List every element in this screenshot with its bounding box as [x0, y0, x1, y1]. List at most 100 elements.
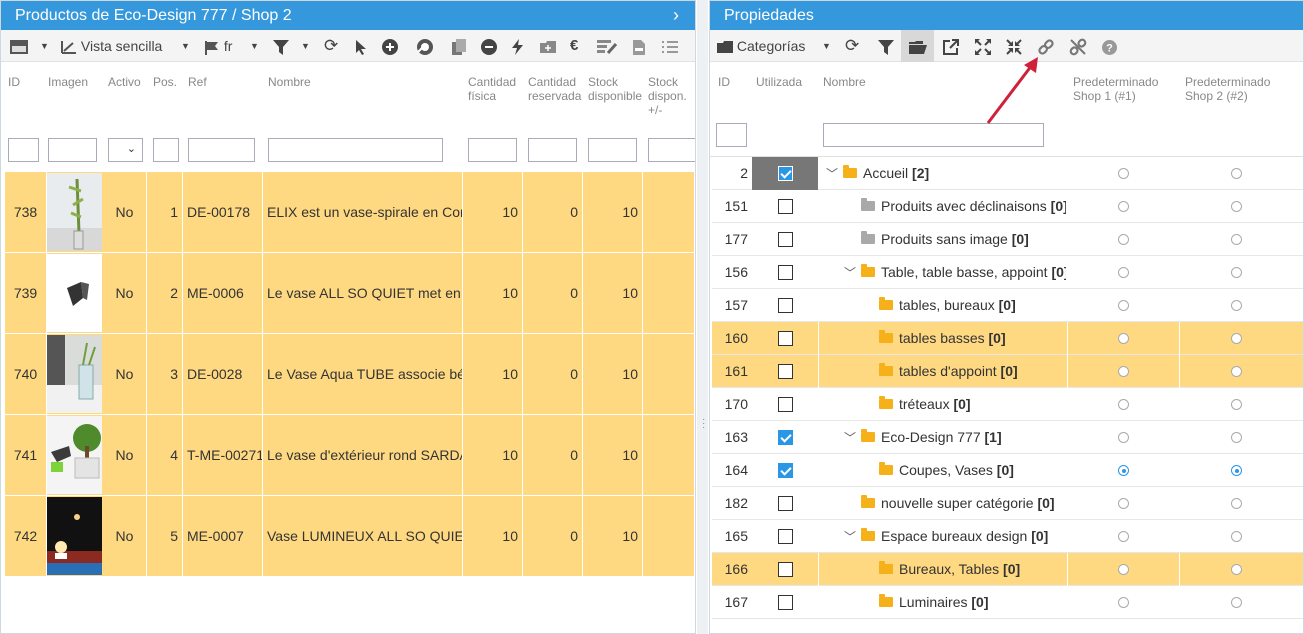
filter-reserved-qty-input[interactable]	[528, 138, 577, 162]
view-selector[interactable]: Vista sencilla	[61, 30, 162, 62]
cell-available-stock[interactable]: 10	[583, 496, 643, 576]
cell-ref[interactable]: ME-0006	[183, 253, 263, 333]
cell-reserved-qty[interactable]: 0	[523, 253, 583, 333]
cell-id[interactable]: 163	[712, 421, 748, 454]
cell-name[interactable]: Produits avec déclinaisons [0]	[861, 190, 1066, 223]
col-header-image[interactable]: Imagen	[48, 75, 88, 89]
table-row[interactable]: 739 No 2 ME-0006 Le vase ALL SO QUIET met en…	[5, 253, 695, 334]
default-shop1-radio[interactable]	[1118, 234, 1129, 245]
default-shop2-radio[interactable]	[1231, 564, 1242, 575]
cell-name[interactable]: ﹀ Espace bureaux design [0]	[843, 520, 1066, 553]
used-checkbox[interactable]	[778, 199, 793, 214]
tree-row[interactable]: 151 Produits avec déclinaisons [0]	[712, 190, 1303, 223]
table-row[interactable]: 740 No 3 DE-0028 Le Vase Aqua TUBE associe b…	[5, 334, 695, 415]
col-header-name[interactable]: Nombre	[823, 75, 866, 89]
tree-row[interactable]: 160 tables basses [0]	[712, 322, 1303, 355]
cell-ref[interactable]: ME-0007	[183, 496, 263, 576]
cell-name[interactable]: Le Vase Aqua TUBE associe bé	[263, 334, 463, 414]
col-header-available-stock[interactable]: Stock disponible	[588, 75, 644, 103]
cell-name[interactable]: tables, bureaux [0]	[879, 289, 1066, 322]
external-link-icon[interactable]	[943, 30, 959, 62]
used-checkbox[interactable]	[778, 463, 793, 478]
cell-available-stock[interactable]: 10	[583, 415, 643, 495]
web-view-icon[interactable]	[416, 30, 434, 62]
duplicate-icon[interactable]	[452, 30, 466, 62]
default-shop2-radio[interactable]	[1231, 498, 1242, 509]
default-shop2-radio[interactable]	[1231, 366, 1242, 377]
default-shop2-radio[interactable]	[1231, 234, 1242, 245]
cell-ref[interactable]: DE-0028	[183, 334, 263, 414]
col-header-name[interactable]: Nombre	[268, 75, 311, 89]
cell-physical-qty[interactable]: 10	[463, 172, 523, 252]
cell-available-stock[interactable]: 10	[583, 253, 643, 333]
cell-reserved-qty[interactable]: 0	[523, 496, 583, 576]
splitter-grip-icon[interactable]: · · ·	[702, 415, 706, 433]
cell-reserved-qty[interactable]: 0	[523, 172, 583, 252]
default-shop1-radio[interactable]	[1118, 366, 1129, 377]
filter-available-stock-input[interactable]	[588, 138, 637, 162]
cell-ref[interactable]: T-ME-00271	[183, 415, 263, 495]
cell-ref[interactable]: DE-00178	[183, 172, 263, 252]
cell-name[interactable]: Le vase d'extérieur rond SARDA	[263, 415, 463, 495]
col-header-id[interactable]: ID	[8, 75, 20, 89]
default-shop1-radio[interactable]	[1118, 333, 1129, 344]
edit-list-icon[interactable]	[597, 30, 618, 62]
default-shop1-radio[interactable]	[1118, 432, 1129, 443]
cell-active[interactable]: No	[103, 334, 147, 414]
default-shop2-radio[interactable]	[1231, 333, 1242, 344]
filter-id-input[interactable]	[8, 138, 39, 162]
add-icon[interactable]	[382, 30, 398, 62]
cell-stock-adjust[interactable]	[643, 415, 695, 495]
default-shop2-radio[interactable]	[1231, 399, 1242, 410]
cell-name[interactable]: tables basses [0]	[879, 322, 1066, 355]
categories-selector[interactable]: Categorías	[717, 30, 805, 62]
col-header-default-shop2[interactable]: Predeterminado Shop 2 (#2)	[1185, 75, 1270, 103]
col-header-physical-qty[interactable]: Cantidad física	[468, 75, 516, 103]
remove-icon[interactable]	[481, 30, 497, 62]
cell-id[interactable]: 738	[5, 172, 47, 252]
used-checkbox[interactable]	[778, 331, 793, 346]
cell-name[interactable]: tréteaux [0]	[879, 388, 1066, 421]
tree-row[interactable]: 166 Bureaux, Tables [0]	[712, 553, 1303, 586]
expand-chevron-down-icon[interactable]: ﹀	[843, 422, 857, 454]
cell-available-stock[interactable]: 10	[583, 172, 643, 252]
refresh-icon[interactable]: ⟳	[324, 30, 338, 62]
cell-stock-adjust[interactable]	[643, 334, 695, 414]
default-shop1-radio[interactable]	[1118, 300, 1129, 311]
cell-position[interactable]: 3	[148, 334, 183, 414]
cell-id[interactable]: 742	[5, 496, 47, 576]
panel-splitter[interactable]	[697, 0, 708, 634]
open-folder-toggle-icon[interactable]	[901, 30, 934, 62]
default-shop2-radio[interactable]	[1231, 267, 1242, 278]
select-pointer-icon[interactable]	[355, 30, 367, 62]
cell-name[interactable]: ﹀ Accueil [2]	[825, 157, 1066, 190]
default-shop2-radio[interactable]	[1231, 465, 1242, 476]
cell-reserved-qty[interactable]: 0	[523, 334, 583, 414]
unlink-icon[interactable]	[1069, 30, 1087, 62]
table-row[interactable]: 742 No 5 ME-0007 Vase LUMINEUX ALL SO QUIE 10…	[5, 496, 695, 577]
cell-physical-qty[interactable]: 10	[463, 334, 523, 414]
cell-physical-qty[interactable]: 10	[463, 496, 523, 576]
cell-name[interactable]: Bureaux, Tables [0]	[879, 553, 1066, 586]
view-dropdown-caret-icon[interactable]: ▼	[181, 30, 190, 62]
expand-chevron-down-icon[interactable]: ﹀	[843, 521, 857, 553]
cell-position[interactable]: 2	[148, 253, 183, 333]
cell-id[interactable]: 741	[5, 415, 47, 495]
cell-id[interactable]: 161	[712, 355, 748, 388]
cell-name[interactable]: ﹀ Eco-Design 777 [1]	[843, 421, 1066, 454]
table-row[interactable]: 741 No 4 T-ME-00271 Le vase d'extérieur rond…	[5, 415, 695, 496]
default-shop2-radio[interactable]	[1231, 300, 1242, 311]
default-shop2-radio[interactable]	[1231, 597, 1242, 608]
default-shop1-radio[interactable]	[1118, 201, 1129, 212]
cell-stock-adjust[interactable]	[643, 496, 695, 576]
cell-id[interactable]: 164	[712, 454, 748, 487]
refresh-icon[interactable]: ⟳	[845, 30, 859, 62]
cell-name[interactable]: ELIX est un vase-spirale en Cor	[263, 172, 463, 252]
default-shop2-radio[interactable]	[1231, 531, 1242, 542]
col-header-ref[interactable]: Ref	[188, 75, 207, 89]
cell-id[interactable]: 2	[712, 157, 748, 190]
default-shop2-radio[interactable]	[1231, 201, 1242, 212]
cell-position[interactable]: 5	[148, 496, 183, 576]
default-shop1-radio[interactable]	[1118, 168, 1129, 179]
cell-name[interactable]: Coupes, Vases [0]	[879, 454, 1066, 487]
